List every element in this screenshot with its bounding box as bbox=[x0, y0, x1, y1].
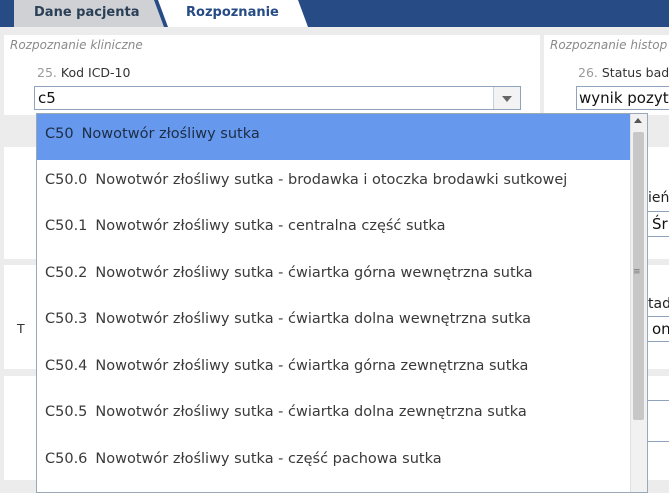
option-c50-5[interactable]: C50.5 Nowotwór złośliwy sutka - ćwiartka … bbox=[37, 392, 631, 438]
grip-icon: ≡ bbox=[633, 267, 641, 277]
icd-combobox[interactable] bbox=[34, 86, 521, 110]
option-c50-0[interactable]: C50.0 Nowotwór złośliwy sutka - brodawka … bbox=[37, 160, 631, 206]
status-field-text: Status bad bbox=[601, 65, 669, 80]
lower-left-panel-2 bbox=[4, 265, 40, 369]
option-label: Nowotwór złośliwy sutka bbox=[81, 126, 260, 142]
option-c50-1[interactable]: C50.1 Nowotwór złośliwy sutka - centralna… bbox=[37, 206, 631, 252]
right-select-fragment-1[interactable]: Śr bbox=[647, 211, 669, 237]
histopathology-section-title: Rozpoznanie histop bbox=[550, 38, 668, 52]
status-field[interactable]: wynik pozytyw bbox=[576, 86, 669, 110]
option-label: Nowotwór złośliwy sutka - ćwiartka dolna… bbox=[95, 311, 531, 327]
clinical-section-title: Rozpoznanie kliniczne bbox=[10, 38, 143, 52]
status-field-number: 26. bbox=[578, 65, 598, 80]
arrow-up-icon[interactable] bbox=[634, 118, 642, 123]
option-code: C50.6 bbox=[45, 451, 88, 467]
tab-bar: Dane pacjenta Rozpoznanie bbox=[0, 0, 669, 27]
option-code: C50.5 bbox=[45, 404, 88, 420]
option-code: C50 bbox=[45, 126, 74, 142]
option-label: Nowotwór złośliwy sutka - centralna częś… bbox=[95, 218, 446, 234]
left-panel-letter: T bbox=[17, 321, 25, 336]
status-field-label: 26. Status bad bbox=[578, 65, 669, 80]
option-code: C50.2 bbox=[45, 265, 88, 281]
tab-dane-pacjenta[interactable]: Dane pacjenta bbox=[14, 0, 164, 27]
lower-right-box bbox=[647, 400, 669, 442]
dropdown-scrollbar[interactable]: ≡ bbox=[630, 114, 647, 492]
chevron-down-icon[interactable] bbox=[493, 87, 520, 109]
option-code: C50.1 bbox=[45, 218, 88, 234]
option-label: Nowotwór złośliwy sutka - ćwiartka górna… bbox=[95, 358, 529, 374]
tab-rozpoznanie[interactable]: Rozpoznanie bbox=[158, 0, 308, 27]
option-label: Nowotwór złośliwy sutka - część pachowa … bbox=[95, 451, 442, 467]
icd-field-label: 25. Kod ICD-10 bbox=[37, 65, 130, 80]
option-c50-6[interactable]: C50.6 Nowotwór złośliwy sutka - część pac… bbox=[37, 439, 631, 485]
right-select-fragment-2[interactable]: ona bbox=[647, 316, 669, 342]
icd-field-text: Kod ICD-10 bbox=[60, 65, 131, 80]
right-label-fragment-2: tad bbox=[648, 296, 669, 312]
option-c50-3[interactable]: C50.3 Nowotwór złośliwy sutka - ćwiartka … bbox=[37, 299, 631, 345]
option-code: C50.0 bbox=[45, 172, 88, 188]
option-code: C50.4 bbox=[45, 358, 88, 374]
option-label: Nowotwór złośliwy sutka - ćwiartka górna… bbox=[95, 265, 533, 281]
option-c50-2[interactable]: C50.2 Nowotwór złośliwy sutka - ćwiartka … bbox=[37, 253, 631, 299]
icd-dropdown-list[interactable]: C50 Nowotwór złośliwy sutka C50.0 Nowotwór… bbox=[36, 113, 648, 493]
option-c50-4[interactable]: C50.4 Nowotwór złośliwy sutka - ćwiartka … bbox=[37, 346, 631, 392]
right-label-fragment-1: ień bbox=[648, 190, 669, 206]
icd-field-number: 25. bbox=[37, 65, 57, 80]
option-code: C50.3 bbox=[45, 311, 88, 327]
option-label: Nowotwór złośliwy sutka - ćwiartka dolna… bbox=[95, 404, 527, 420]
icd-search-input[interactable] bbox=[35, 87, 494, 109]
lower-left-panel-1 bbox=[4, 147, 40, 259]
option-c50[interactable]: C50 Nowotwór złośliwy sutka bbox=[37, 114, 631, 160]
lower-left-panel-3 bbox=[4, 376, 40, 480]
option-label: Nowotwór złośliwy sutka - brodawka i oto… bbox=[95, 172, 568, 188]
